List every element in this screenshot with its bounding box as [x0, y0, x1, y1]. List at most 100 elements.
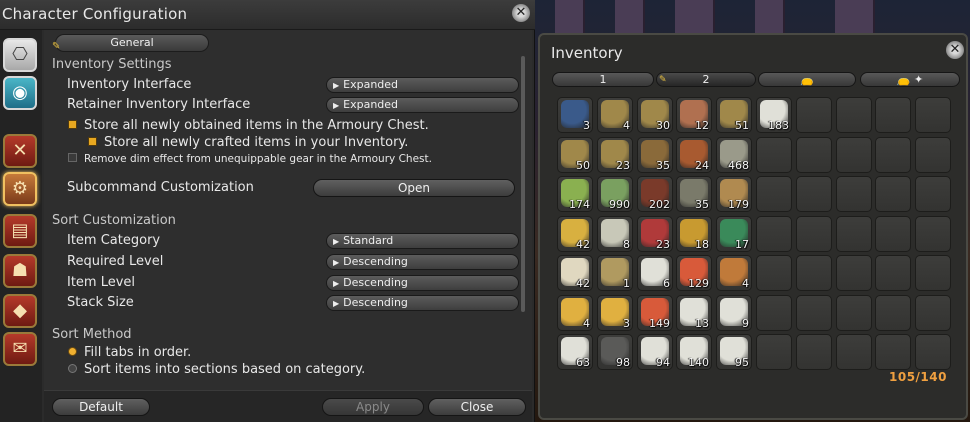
inventory-slot-empty[interactable] [756, 334, 792, 370]
apply-button[interactable]: Apply [322, 398, 424, 416]
inventory-slot-item[interactable]: 35 [637, 137, 673, 173]
inventory-slot-item[interactable]: 140 [676, 334, 712, 370]
inventory-tab-bag[interactable]: 👝 [758, 72, 856, 87]
inventory-slot-empty[interactable] [915, 255, 951, 291]
battle-icon[interactable]: ✕ [3, 134, 37, 168]
inventory-slot-empty[interactable] [756, 176, 792, 212]
config-scrollbar[interactable] [521, 56, 525, 312]
inventory-slot-empty[interactable] [915, 216, 951, 252]
inventory-slot-item[interactable]: 468 [716, 137, 752, 173]
inventory-slot-empty[interactable] [875, 216, 911, 252]
gamepad-icon[interactable]: ⎔ [3, 38, 37, 72]
inventory-slot-item[interactable]: 202 [637, 176, 673, 212]
inventory-slot-item[interactable]: 1 [597, 255, 633, 291]
retainer-interface-dropdown[interactable]: ▶ Expanded [326, 97, 519, 113]
inventory-slot-empty[interactable] [796, 295, 832, 331]
item-category-dropdown[interactable]: ▶ Standard [326, 233, 519, 249]
inventory-slot-empty[interactable] [796, 334, 832, 370]
inventory-slot-item[interactable]: 3 [557, 97, 593, 133]
inventory-slot-item[interactable]: 51 [716, 97, 752, 133]
inventory-slot-item[interactable]: 149 [637, 295, 673, 331]
inventory-tab-bag-key[interactable]: 👝 ✦ [860, 72, 960, 87]
inventory-slot-empty[interactable] [875, 255, 911, 291]
card-icon[interactable]: ▤ [3, 214, 37, 248]
inventory-slot-item[interactable]: 6 [637, 255, 673, 291]
close-button[interactable]: Close [428, 398, 526, 416]
inventory-slot-item[interactable]: 63 [557, 334, 593, 370]
inventory-slot-item[interactable]: 990 [597, 176, 633, 212]
hotbar-icon[interactable]: ◆ [3, 294, 37, 328]
inventory-slot-empty[interactable] [756, 255, 792, 291]
default-button[interactable]: Default [52, 398, 150, 416]
inventory-slot-empty[interactable] [836, 137, 872, 173]
inventory-slot-item[interactable]: 183 [756, 97, 792, 133]
chat-icon[interactable]: ✉ [3, 332, 37, 366]
inventory-slot-item[interactable]: 42 [557, 255, 593, 291]
inventory-slot-empty[interactable] [875, 137, 911, 173]
items-icon[interactable]: ⚙ [3, 172, 37, 206]
inventory-slot-empty[interactable] [756, 137, 792, 173]
inventory-slot-empty[interactable] [796, 216, 832, 252]
inventory-slot-item[interactable]: 4 [557, 295, 593, 331]
character-icon[interactable]: ☗ [3, 254, 37, 288]
required-level-dropdown[interactable]: ▶ Descending [326, 254, 519, 270]
inventory-slot-empty[interactable] [796, 176, 832, 212]
inventory-slot-item[interactable]: 4 [597, 97, 633, 133]
inventory-slot-item[interactable]: 4 [716, 255, 752, 291]
inventory-slot-empty[interactable] [875, 176, 911, 212]
inventory-slot-empty[interactable] [836, 295, 872, 331]
inventory-slot-item[interactable]: 42 [557, 216, 593, 252]
inventory-slot-item[interactable]: 95 [716, 334, 752, 370]
inventory-slot-item[interactable]: 35 [676, 176, 712, 212]
inventory-slot-item[interactable]: 17 [716, 216, 752, 252]
inventory-slot-empty[interactable] [875, 295, 911, 331]
inventory-slot-empty[interactable] [915, 295, 951, 331]
inventory-slot-item[interactable]: 23 [597, 137, 633, 173]
inventory-close-icon[interactable]: ✕ [946, 41, 964, 59]
inventory-interface-dropdown[interactable]: ▶ Expanded [326, 77, 519, 93]
inventory-slot-item[interactable]: 12 [676, 97, 712, 133]
inventory-slot-item[interactable]: 9 [716, 295, 752, 331]
store-armoury-checkbox[interactable]: Store all newly obtained items in the Ar… [68, 118, 429, 133]
inventory-slot-empty[interactable] [915, 97, 951, 133]
stack-size-dropdown[interactable]: ▶ Descending [326, 295, 519, 311]
fill-tabs-radio[interactable]: Fill tabs in order. [68, 345, 191, 360]
inventory-slot-empty[interactable] [796, 255, 832, 291]
inventory-slot-empty[interactable] [836, 176, 872, 212]
inventory-tab-1[interactable]: 1 [552, 72, 654, 87]
inventory-slot-empty[interactable] [875, 334, 911, 370]
inventory-slot-empty[interactable] [915, 334, 951, 370]
inventory-slot-item[interactable]: 23 [637, 216, 673, 252]
inventory-slot-item[interactable]: 13 [676, 295, 712, 331]
config-close-icon[interactable]: ✕ [512, 4, 530, 22]
inventory-slot-empty[interactable] [756, 216, 792, 252]
inventory-slot-item[interactable]: 3 [597, 295, 633, 331]
inventory-slot-empty[interactable] [875, 97, 911, 133]
inventory-slot-item[interactable]: 18 [676, 216, 712, 252]
inventory-slot-item[interactable]: 98 [597, 334, 633, 370]
sort-sections-radio[interactable]: Sort items into sections based on catego… [68, 362, 365, 377]
inventory-slot-item[interactable]: 30 [637, 97, 673, 133]
inventory-slot-empty[interactable] [915, 176, 951, 212]
inventory-slot-empty[interactable] [756, 295, 792, 331]
inventory-slot-item[interactable]: 94 [637, 334, 673, 370]
inventory-slot-empty[interactable] [836, 255, 872, 291]
item-level-dropdown[interactable]: ▶ Descending [326, 275, 519, 291]
inventory-slot-item[interactable]: 174 [557, 176, 593, 212]
remove-dim-checkbox[interactable]: Remove dim effect from unequippable gear… [68, 153, 432, 165]
inventory-slot-item[interactable]: 8 [597, 216, 633, 252]
inventory-slot-empty[interactable] [796, 97, 832, 133]
store-crafted-checkbox[interactable]: Store all newly crafted items in your In… [88, 135, 408, 150]
inventory-slot-empty[interactable] [836, 97, 872, 133]
mouse-icon[interactable]: ◉ [3, 76, 37, 110]
inventory-slot-empty[interactable] [915, 137, 951, 173]
tab-general[interactable]: ✎ General [52, 34, 209, 52]
inventory-tab-2[interactable]: ✎ 2 [656, 72, 756, 87]
inventory-slot-empty[interactable] [836, 334, 872, 370]
subcommand-open-button[interactable]: Open [313, 179, 515, 197]
inventory-slot-item[interactable]: 179 [716, 176, 752, 212]
inventory-slot-empty[interactable] [796, 137, 832, 173]
inventory-slot-item[interactable]: 50 [557, 137, 593, 173]
inventory-slot-empty[interactable] [836, 216, 872, 252]
inventory-slot-item[interactable]: 129 [676, 255, 712, 291]
